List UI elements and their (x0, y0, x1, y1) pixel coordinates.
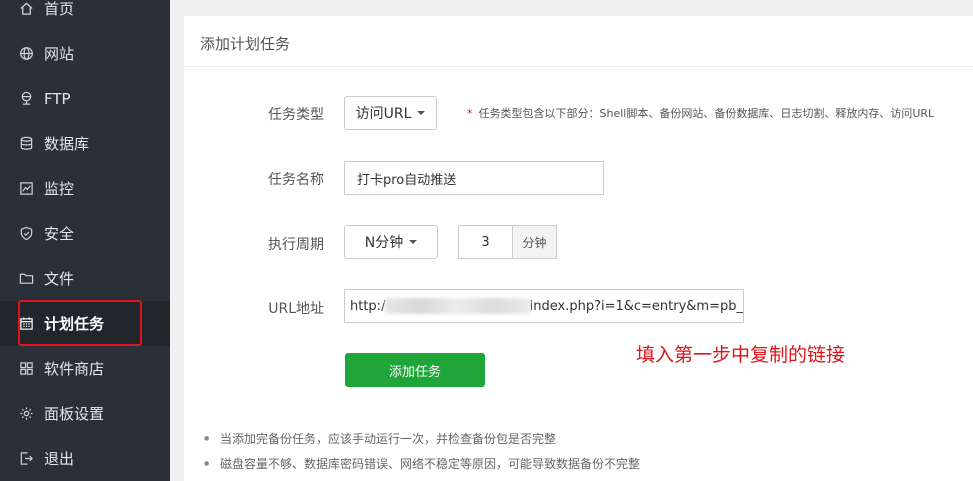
database-icon (18, 136, 34, 152)
sidebar-item-label: 数据库 (44, 135, 90, 153)
shield-icon (18, 226, 34, 242)
period-value: N分钟 (364, 235, 404, 251)
calendar-icon (18, 316, 34, 332)
task-name-input[interactable]: 打卡pro自动推送 (344, 161, 604, 195)
list-item: 磁盘容量不够、数据库密码错误、网络不稳定等原因，可能导致数据备份不完整 (204, 455, 640, 480)
caret-down-icon (409, 240, 418, 244)
sidebar-item-label: 软件商店 (44, 360, 105, 378)
sidebar-item-cron[interactable]: 计划任务 (0, 301, 170, 346)
task-name-label: 任务名称 (268, 172, 324, 188)
sidebar-item-label: FTP (44, 89, 71, 108)
list-item: 当添加完备份任务，应该手动运行一次，并检查备份包是否完整 (204, 430, 640, 455)
sidebar-item-label: 安全 (44, 225, 75, 243)
sidebar-item-website[interactable]: 网站 (0, 31, 170, 76)
sidebar-item-label: 面板设置 (44, 405, 105, 423)
caret-down-icon (417, 111, 426, 115)
redacted-url (385, 298, 530, 314)
logout-icon (18, 451, 34, 467)
sidebar-item-database[interactable]: 数据库 (0, 121, 170, 166)
url-prefix: http:/ (350, 298, 386, 314)
task-type-hint: * 任务类型包含以下部分：Shell脚本、备份网站、备份数据库、日志切割、释放内存… (467, 105, 934, 121)
tips-list: 当添加完备份任务，应该手动运行一次，并检查备份包是否完整 磁盘容量不够、数据库密… (204, 430, 640, 480)
sidebar-item-label: 首页 (44, 0, 75, 18)
sidebar-item-app-store[interactable]: 软件商店 (0, 346, 170, 391)
url-label: URL地址 (268, 301, 324, 317)
top-strip (170, 0, 973, 16)
required-star: * (467, 107, 473, 120)
gear-icon (18, 406, 34, 422)
divider (184, 66, 973, 67)
ftp-icon (18, 91, 34, 107)
sidebar-item-logout[interactable]: 退出 (0, 436, 170, 481)
sidebar-item-files[interactable]: 文件 (0, 256, 170, 301)
annotation: 填入第一步中复制的链接 (636, 344, 846, 366)
monitor-icon (18, 181, 34, 197)
period-label: 执行周期 (268, 237, 324, 253)
globe-icon (18, 46, 34, 62)
sidebar-item-panel-settings[interactable]: 面板设置 (0, 391, 170, 436)
page-title: 添加计划任务 (200, 35, 291, 53)
task-type-select[interactable]: 访问URL (344, 96, 437, 130)
sidebar-item-label: 计划任务 (44, 315, 105, 333)
folder-icon (18, 271, 34, 287)
add-task-button[interactable]: 添加任务 (345, 353, 485, 387)
hint-text: 任务类型包含以下部分：Shell脚本、备份网站、备份数据库、日志切割、释放内存、… (478, 107, 935, 120)
sidebar-item-label: 网站 (44, 45, 75, 63)
sidebar-item-label: 文件 (44, 270, 75, 288)
main-panel: 添加计划任务 任务类型 访问URL * 任务类型包含以下部分：Shell脚本、备份… (184, 16, 973, 481)
sidebar-item-ftp[interactable]: FTP (0, 76, 170, 121)
sidebar-item-security[interactable]: 安全 (0, 211, 170, 256)
url-input[interactable]: http:/ index.php?i=1&c=entry&m=pb_ (344, 289, 744, 323)
minutes-input[interactable]: 3 (458, 225, 513, 259)
minutes-unit: 分钟 (512, 225, 557, 259)
sidebar: 首页 网站 FTP 数据库 监控 安全 文件 计划任务 软件商店 面板设置 退出 (0, 0, 170, 481)
period-select[interactable]: N分钟 (344, 225, 438, 259)
sidebar-item-label: 监控 (44, 180, 75, 198)
sidebar-item-monitor[interactable]: 监控 (0, 166, 170, 211)
task-type-label: 任务类型 (268, 107, 324, 123)
sidebar-item-label: 退出 (44, 450, 75, 468)
home-icon (18, 1, 34, 17)
sidebar-item-home[interactable]: 首页 (0, 0, 170, 31)
task-type-value: 访问URL (355, 106, 412, 122)
url-suffix: index.php?i=1&c=entry&m=pb_ (529, 298, 743, 314)
apps-icon (18, 361, 34, 377)
